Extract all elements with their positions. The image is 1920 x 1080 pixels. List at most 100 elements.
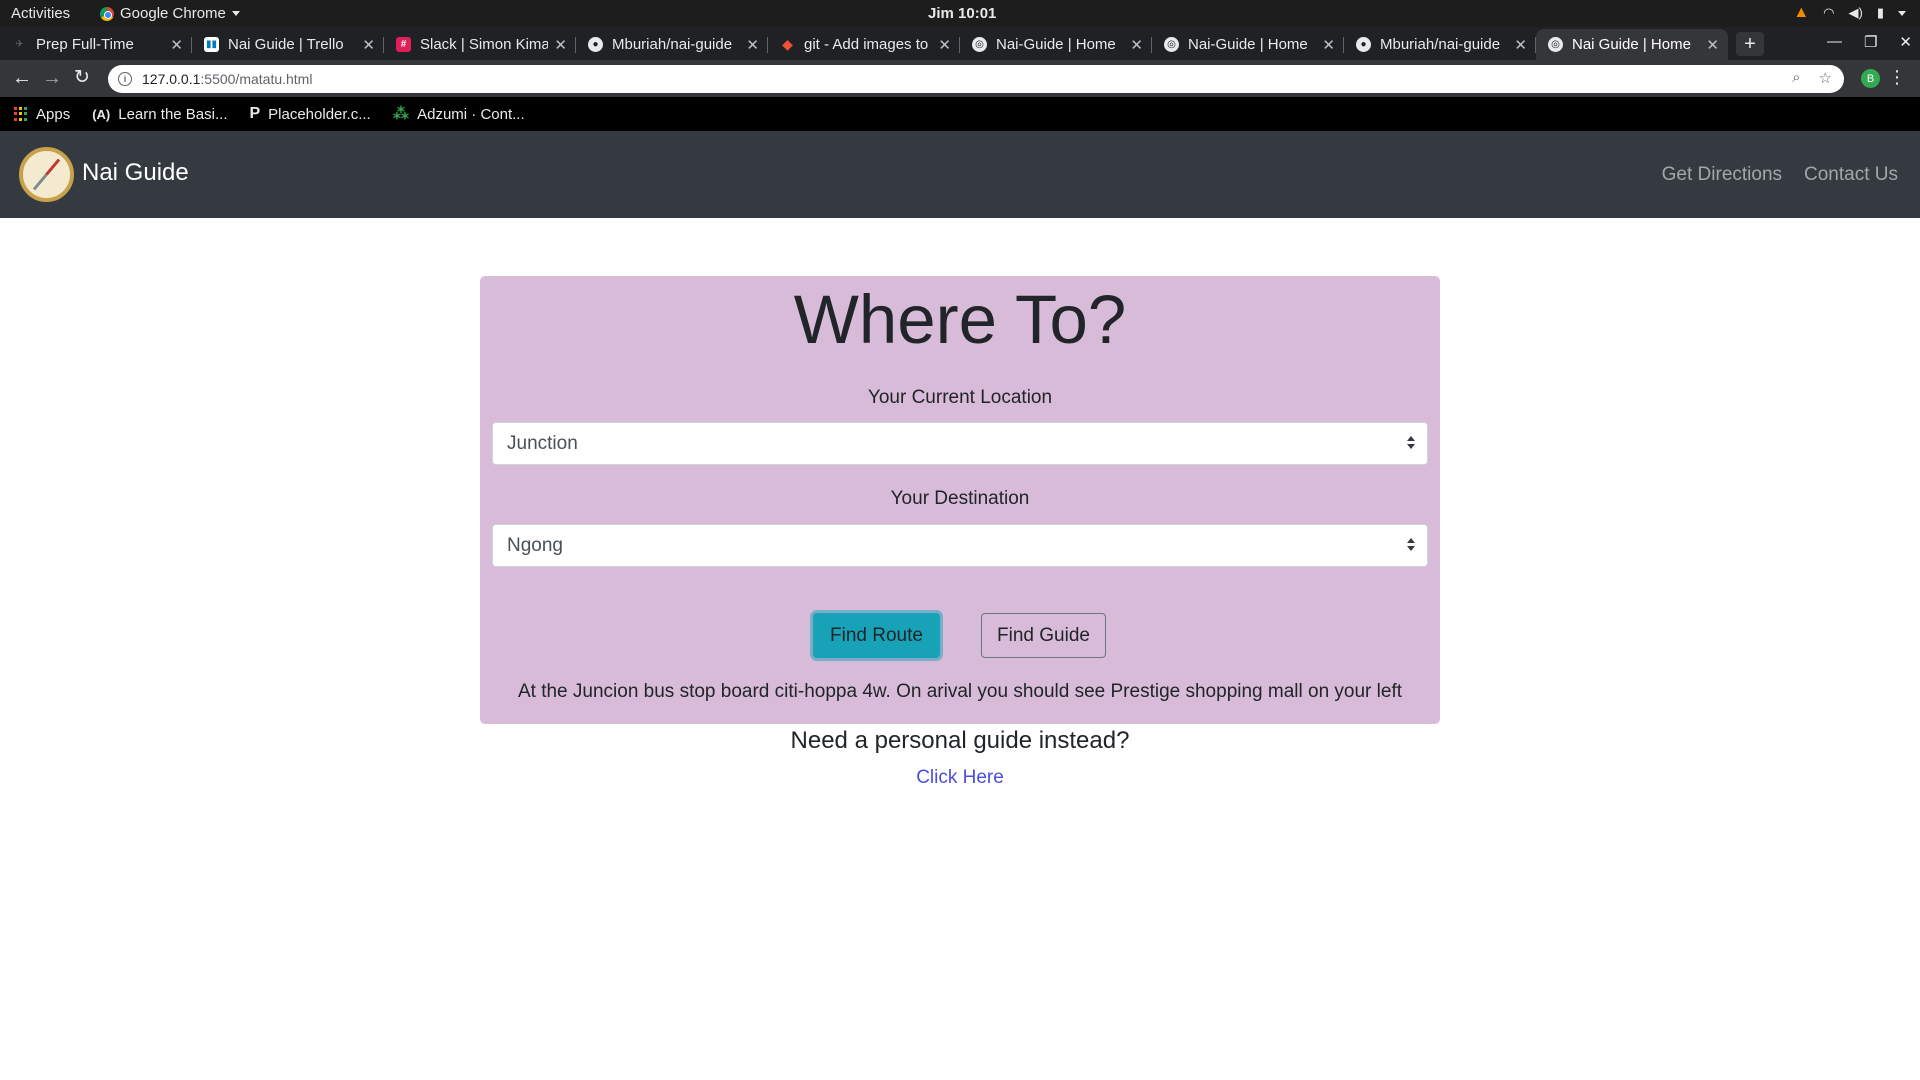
tab-title: Nai-Guide | Home [1188,36,1308,53]
bookmark-learn[interactable]: (A) Learn the Basi... [92,106,227,123]
close-icon[interactable]: ✕ [938,36,951,54]
compass-logo-icon[interactable] [19,147,74,202]
tab-title: Nai Guide | Home [1572,36,1691,53]
github-icon: ● [588,37,603,52]
tab-git-images[interactable]: ◆ git - Add images to ✕ [768,29,960,60]
bookmark-label: Learn the Basi... [118,105,228,123]
tab-title: Prep Full-Time [36,36,134,53]
tab-title: Nai-Guide | Home [996,36,1116,53]
close-icon[interactable]: ✕ [1130,36,1143,54]
bookmark-label: Placeholder.c... [268,105,371,123]
learn-icon: (A) [92,106,111,122]
tab-title: Nai Guide | Trello [228,36,344,53]
tab-nai-home-2[interactable]: ◎ Nai-Guide | Home ✕ [1152,29,1344,60]
battery-icon: ▮ [1876,5,1884,20]
destination-value: Ngong [507,534,563,556]
current-location-select[interactable]: Junction [492,422,1428,465]
globe-icon: ◎ [1164,37,1179,52]
volume-icon: ◀) [1848,5,1863,20]
vlc-icon[interactable]: ▲ [1793,4,1809,22]
current-location-value: Junction [507,432,578,454]
nav-link-contact-us[interactable]: Contact Us [1804,164,1898,186]
url-host: 127.0.0.1 [142,71,201,87]
close-icon[interactable]: ✕ [170,36,183,54]
profile-avatar[interactable]: B [1861,69,1880,88]
site-navbar: Nai Guide Get Directions Contact Us [0,131,1920,218]
github-icon: ● [1356,37,1371,52]
destination-label: Your Destination [890,488,1030,509]
close-icon[interactable]: ✕ [554,36,567,54]
window-controls: — ❐ ✕ [1827,33,1912,51]
tab-github-1[interactable]: ● Mburiah/nai-guide ✕ [576,29,768,60]
wifi-icon: ◠ [1823,5,1835,20]
select-arrows-icon [1407,436,1415,452]
globe-icon: ◎ [1548,37,1563,52]
back-icon[interactable]: ← [12,66,32,90]
apps-grid-icon [14,107,28,121]
close-icon[interactable]: ✕ [362,36,375,54]
bookmark-adzumi[interactable]: ⁂ Adzumi · Cont... [393,104,525,124]
nav-link-get-directions[interactable]: Get Directions [1662,164,1782,186]
tab-prep[interactable]: ✈ Prep Full-Time ✕ [0,29,192,60]
placeholder-icon: P [249,105,261,122]
bookmark-apps[interactable]: Apps [14,106,70,123]
system-top-bar: Activities Google Chrome Jim 10:01 ▲ ◠ ◀… [0,0,1920,27]
minimize-icon[interactable]: — [1827,33,1842,51]
activities-button[interactable]: Activities [11,5,70,22]
tab-slack[interactable]: # Slack | Simon Kimani ✕ [384,29,576,60]
globe-icon: ◎ [972,37,987,52]
app-menu-label: Google Chrome [120,5,226,22]
chrome-icon [100,6,114,21]
find-guide-button[interactable]: Find Guide [981,613,1106,658]
brand-name[interactable]: Nai Guide [82,159,189,187]
chevron-down-icon [1898,10,1906,16]
nav-links: Get Directions Contact Us [1662,164,1898,186]
select-arrows-icon [1407,538,1415,554]
tab-trello[interactable]: ▮▮ Nai Guide | Trello ✕ [192,29,384,60]
prep-icon: ✈ [15,39,24,50]
click-here-link[interactable]: Click Here [480,767,1440,789]
url-path: :5500/matatu.html [200,71,313,87]
tab-nai-home-1[interactable]: ◎ Nai-Guide | Home ✕ [960,29,1152,60]
new-tab-button[interactable]: + [1736,32,1764,56]
personal-guide-question: Need a personal guide instead? [790,727,1130,754]
route-card: Where To? Your Current Location Junction… [480,276,1440,724]
slack-icon: # [396,37,411,52]
close-icon[interactable]: ✕ [1706,36,1719,54]
trello-icon: ▮▮ [204,37,219,52]
tab-nai-home-active[interactable]: ◎ Nai Guide | Home ✕ [1536,29,1728,60]
tab-github-2[interactable]: ● Mburiah/nai-guide ✕ [1344,29,1536,60]
close-icon[interactable]: ✕ [746,36,759,54]
close-icon[interactable]: ✕ [1322,36,1335,54]
zoom-icon[interactable]: ⌕ [1792,69,1800,87]
bookmark-star-icon[interactable]: ☆ [1819,69,1832,87]
reload-icon[interactable]: ↻ [74,66,90,90]
tab-title: Slack | Simon Kimani [420,36,548,53]
tab-strip: ✈ Prep Full-Time ✕ ▮▮ Nai Guide | Trello… [0,27,1920,60]
chevron-down-icon [231,11,240,16]
find-route-button[interactable]: Find Route [813,613,940,658]
destination-select[interactable]: Ngong [492,524,1428,567]
system-tray[interactable]: ▲ ◠ ◀) ▮ [1793,4,1906,22]
menu-kebab-icon[interactable]: ⋮ [1888,67,1906,88]
maximize-icon[interactable]: ❐ [1864,33,1877,51]
bookmark-label: Adzumi · Cont... [417,105,525,123]
git-icon: ◆ [782,36,793,52]
page-title: Where To? [793,281,1127,358]
address-bar[interactable]: i 127.0.0.1:5500/matatu.html ⌕ ☆ [108,65,1844,93]
bookmarks-bar: Apps (A) Learn the Basi... P Placeholder… [0,97,1920,131]
app-menu[interactable]: Google Chrome [100,5,240,22]
tab-title: Mburiah/nai-guide [1380,36,1501,53]
info-icon[interactable]: i [118,72,132,86]
current-location-label: Your Current Location [867,387,1053,408]
tab-title: Mburiah/nai-guide [612,36,733,53]
adzumi-icon: ⁂ [392,106,410,123]
tab-title: git - Add images to [804,36,929,53]
system-clock[interactable]: Jim 10:01 [928,5,996,22]
forward-icon[interactable]: → [42,66,62,90]
bookmark-label: Apps [36,105,71,123]
bookmark-placeholder[interactable]: P Placeholder.c... [249,105,370,123]
route-result-text: At the Juncion bus stop board citi-hoppa… [517,681,1403,702]
close-window-icon[interactable]: ✕ [1899,33,1912,51]
close-icon[interactable]: ✕ [1514,36,1527,54]
